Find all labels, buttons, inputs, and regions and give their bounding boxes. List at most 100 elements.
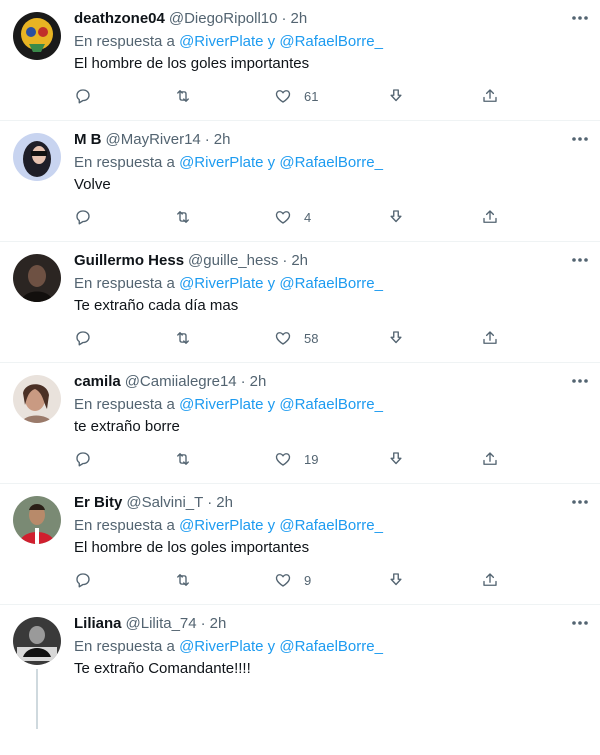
timestamp[interactable]: 2h (210, 614, 227, 634)
download-arrow-icon (390, 331, 402, 344)
more-options-icon[interactable] (568, 8, 592, 28)
retweet-icon (177, 90, 189, 102)
mention-link[interactable]: @RiverPlate (179, 638, 263, 655)
reply-icon (76, 452, 90, 467)
author-name[interactable]: camila (74, 372, 121, 392)
reply-tweet[interactable]: Guillermo Hess @guille_hess · 2h En resp… (0, 242, 600, 363)
separator: · (200, 615, 206, 632)
share-icon (483, 89, 497, 102)
separator: · (204, 131, 210, 148)
share-icon (483, 210, 497, 223)
author-handle[interactable]: @guille_hess (188, 251, 278, 271)
separator: · (281, 10, 287, 27)
retweet-button[interactable] (174, 328, 192, 348)
reply-button[interactable] (74, 207, 92, 227)
reply-context: En respuesta a @RiverPlate y @RafaelBorr… (74, 274, 588, 294)
timestamp[interactable]: 2h (214, 130, 231, 150)
reply-tweet[interactable]: camila @Camiialegre14 · 2h En respuesta … (0, 363, 600, 484)
like-button[interactable]: 4 (274, 207, 311, 227)
mention-link[interactable]: @RiverPlate (179, 33, 263, 50)
more-options-icon[interactable] (568, 492, 592, 512)
share-button[interactable] (481, 449, 499, 469)
mention-link[interactable]: @RiverPlate (179, 396, 263, 413)
connector: y (267, 154, 276, 171)
retweet-button[interactable] (174, 570, 192, 590)
timestamp[interactable]: 2h (216, 493, 233, 513)
retweet-button[interactable] (174, 86, 192, 106)
mention-link[interactable]: @RiverPlate (179, 275, 263, 292)
download-button[interactable] (387, 328, 405, 348)
download-arrow-icon (390, 89, 402, 102)
author-name[interactable]: deathzone04 (74, 9, 165, 29)
like-button[interactable]: 19 (274, 449, 318, 469)
mention-link[interactable]: @RafaelBorre_ (279, 638, 383, 655)
download-button[interactable] (387, 207, 405, 227)
reply-button[interactable] (74, 328, 92, 348)
retweet-button[interactable] (174, 207, 192, 227)
heart-icon (275, 211, 291, 224)
separator: · (282, 252, 288, 269)
connector: y (267, 275, 276, 292)
tweet-text: El hombre de los goles importantes (74, 55, 310, 72)
like-count: 58 (304, 330, 319, 346)
share-button[interactable] (481, 328, 499, 348)
author-handle[interactable]: @Salvini_T (126, 493, 203, 513)
more-options-icon[interactable] (568, 250, 592, 270)
avatar[interactable] (13, 133, 61, 181)
retweet-button[interactable] (174, 449, 192, 469)
separator: · (240, 373, 246, 390)
mention-link[interactable]: @RafaelBorre_ (279, 275, 383, 292)
avatar[interactable] (13, 12, 61, 60)
reply-tweet[interactable]: deathzone04 @DiegoRipoll10 · 2h En respu… (0, 0, 600, 121)
reply-tweet[interactable]: M B @MayRiver14 · 2h En respuesta a @Riv… (0, 121, 600, 242)
tweet-text: Volve (74, 176, 111, 193)
mention-link[interactable]: @RafaelBorre_ (279, 154, 383, 171)
reply-button[interactable] (74, 570, 92, 590)
reply-button[interactable] (74, 449, 92, 469)
mention-link[interactable]: @RafaelBorre_ (279, 396, 383, 413)
share-button[interactable] (481, 570, 499, 590)
connector: y (267, 396, 276, 413)
avatar[interactable] (13, 496, 61, 544)
share-button[interactable] (481, 207, 499, 227)
author-name[interactable]: Liliana (74, 614, 122, 634)
avatar[interactable] (13, 617, 61, 665)
like-button[interactable]: 61 (274, 86, 318, 106)
mention-link[interactable]: @RiverPlate (179, 154, 263, 171)
mention-link[interactable]: @RiverPlate (179, 517, 263, 534)
avatar[interactable] (13, 375, 61, 423)
reply-button[interactable] (74, 86, 92, 106)
heart-icon (275, 90, 291, 103)
timestamp[interactable]: 2h (250, 372, 267, 392)
reply-prefix: En respuesta a (74, 275, 175, 292)
share-button[interactable] (481, 86, 499, 106)
reply-prefix: En respuesta a (74, 154, 175, 171)
author-handle[interactable]: @MayRiver14 (106, 130, 201, 150)
avatar[interactable] (13, 254, 61, 302)
author-handle[interactable]: @Lilita_74 (126, 614, 197, 634)
author-name[interactable]: Er Bity (74, 493, 122, 513)
timestamp[interactable]: 2h (290, 9, 307, 29)
more-options-icon[interactable] (568, 371, 592, 391)
reply-icon (76, 210, 90, 225)
author-name[interactable]: M B (74, 130, 102, 150)
tweet-text: Te extraño cada día mas (74, 297, 239, 314)
author-handle[interactable]: @DiegoRipoll10 (169, 9, 278, 29)
reply-tweet[interactable]: Er Bity @Salvini_T · 2h En respuesta a @… (0, 484, 600, 605)
reply-prefix: En respuesta a (74, 638, 175, 655)
download-button[interactable] (387, 570, 405, 590)
more-options-icon[interactable] (568, 613, 592, 633)
timestamp[interactable]: 2h (291, 251, 308, 271)
like-button[interactable]: 58 (274, 328, 318, 348)
like-button[interactable]: 9 (274, 570, 311, 590)
mention-link[interactable]: @RafaelBorre_ (279, 33, 383, 50)
action-bar: 4 (74, 207, 504, 227)
author-name[interactable]: Guillermo Hess (74, 251, 184, 271)
mention-link[interactable]: @RafaelBorre_ (279, 517, 383, 534)
share-icon (483, 573, 497, 586)
download-button[interactable] (387, 86, 405, 106)
reply-tweet[interactable]: Liliana @Lilita_74 · 2h En respuesta a @… (0, 605, 600, 755)
download-button[interactable] (387, 449, 405, 469)
more-options-icon[interactable] (568, 129, 592, 149)
author-handle[interactable]: @Camiialegre14 (125, 372, 237, 392)
